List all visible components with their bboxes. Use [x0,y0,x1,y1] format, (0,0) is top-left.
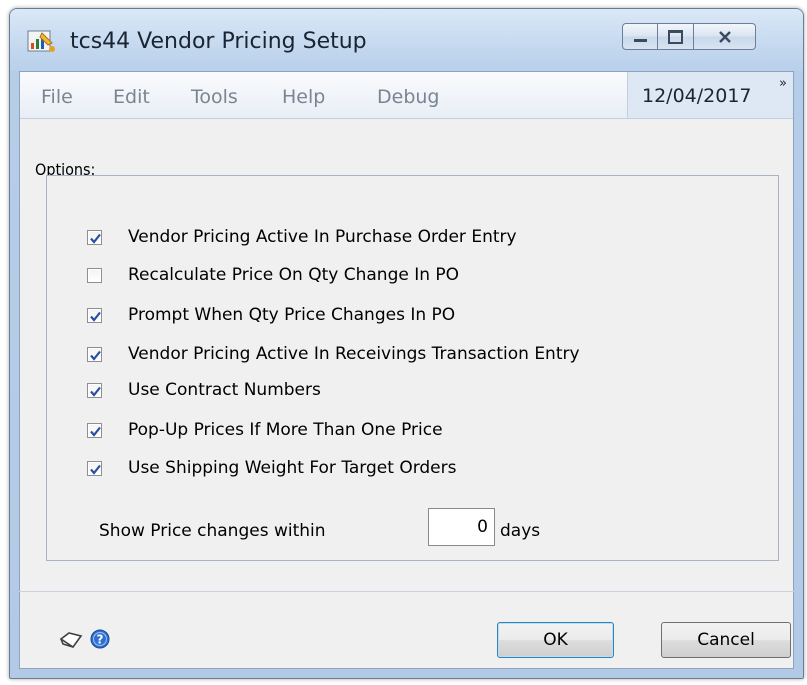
checkbox-shipping-weight[interactable] [87,460,102,476]
checkbox-label: Vendor Pricing Active In Purchase Order … [128,227,517,247]
checkbox-row-recalculate[interactable]: Recalculate Price On Qty Change In PO [87,265,459,285]
checkbox-row-receivings[interactable]: Vendor Pricing Active In Receivings Tran… [87,344,580,364]
window-title: tcs44 Vendor Pricing Setup [70,29,367,54]
menu-file[interactable]: File [41,86,73,108]
menu-edit[interactable]: Edit [113,86,150,108]
checkbox-label: Recalculate Price On Qty Change In PO [128,265,460,285]
checkbox-receivings[interactable] [87,346,102,362]
footer-divider [19,591,794,592]
maximize-button[interactable] [658,23,694,50]
title-bar[interactable]: tcs44 Vendor Pricing Setup [10,9,803,71]
dialog-window: tcs44 Vendor Pricing Setup File Edit Too… [9,8,804,679]
close-button[interactable] [694,23,756,50]
checkbox-row-shipping-weight[interactable]: Use Shipping Weight For Target Orders [87,458,457,478]
checkbox-label: Use Contract Numbers [128,380,321,400]
price-changes-days-input[interactable]: 0 [428,508,495,546]
ok-button[interactable]: OK [497,622,614,658]
checkbox-label: Prompt When Qty Price Changes In PO [128,305,456,325]
user-date-box[interactable]: 12/04/2017 » [627,72,793,118]
checkbox-row-popup[interactable]: Pop-Up Prices If More Than One Price [87,420,443,440]
menu-tools[interactable]: Tools [191,86,238,108]
days-unit-label: days [500,521,541,541]
svg-text:?: ? [97,633,104,647]
cancel-button[interactable]: Cancel [661,622,791,658]
caption-buttons [622,23,756,50]
checkbox-label: Pop-Up Prices If More Than One Price [128,420,443,440]
app-report-icon[interactable] [26,27,56,55]
checkbox-po-entry[interactable] [87,229,102,245]
menu-bar: File Edit Tools Help Debug 12/04/2017 » [20,72,793,119]
note-icon[interactable] [58,630,84,654]
checkbox-label: Vendor Pricing Active In Receivings Tran… [128,344,580,364]
checkbox-contract[interactable] [87,382,102,398]
menu-debug[interactable]: Debug [377,86,439,108]
price-changes-label: Show Price changes within [99,521,326,541]
minimize-icon [633,39,647,42]
checkbox-row-prompt[interactable]: Prompt When Qty Price Changes In PO [87,305,455,325]
close-icon [718,30,731,43]
help-icon[interactable]: ? [90,629,110,653]
checkbox-recalculate[interactable] [87,267,102,283]
checkbox-popup[interactable] [87,422,102,438]
checkbox-row-po-entry[interactable]: Vendor Pricing Active In Purchase Order … [87,227,517,247]
minimize-button[interactable] [622,23,658,50]
checkbox-prompt[interactable] [87,307,102,323]
user-date[interactable]: 12/04/2017 [642,85,752,107]
chevron-right-icon[interactable]: » [779,76,787,91]
maximize-icon [668,29,683,44]
menu-help[interactable]: Help [282,86,325,108]
checkbox-row-contract[interactable]: Use Contract Numbers [87,380,321,400]
checkbox-label: Use Shipping Weight For Target Orders [128,458,457,478]
